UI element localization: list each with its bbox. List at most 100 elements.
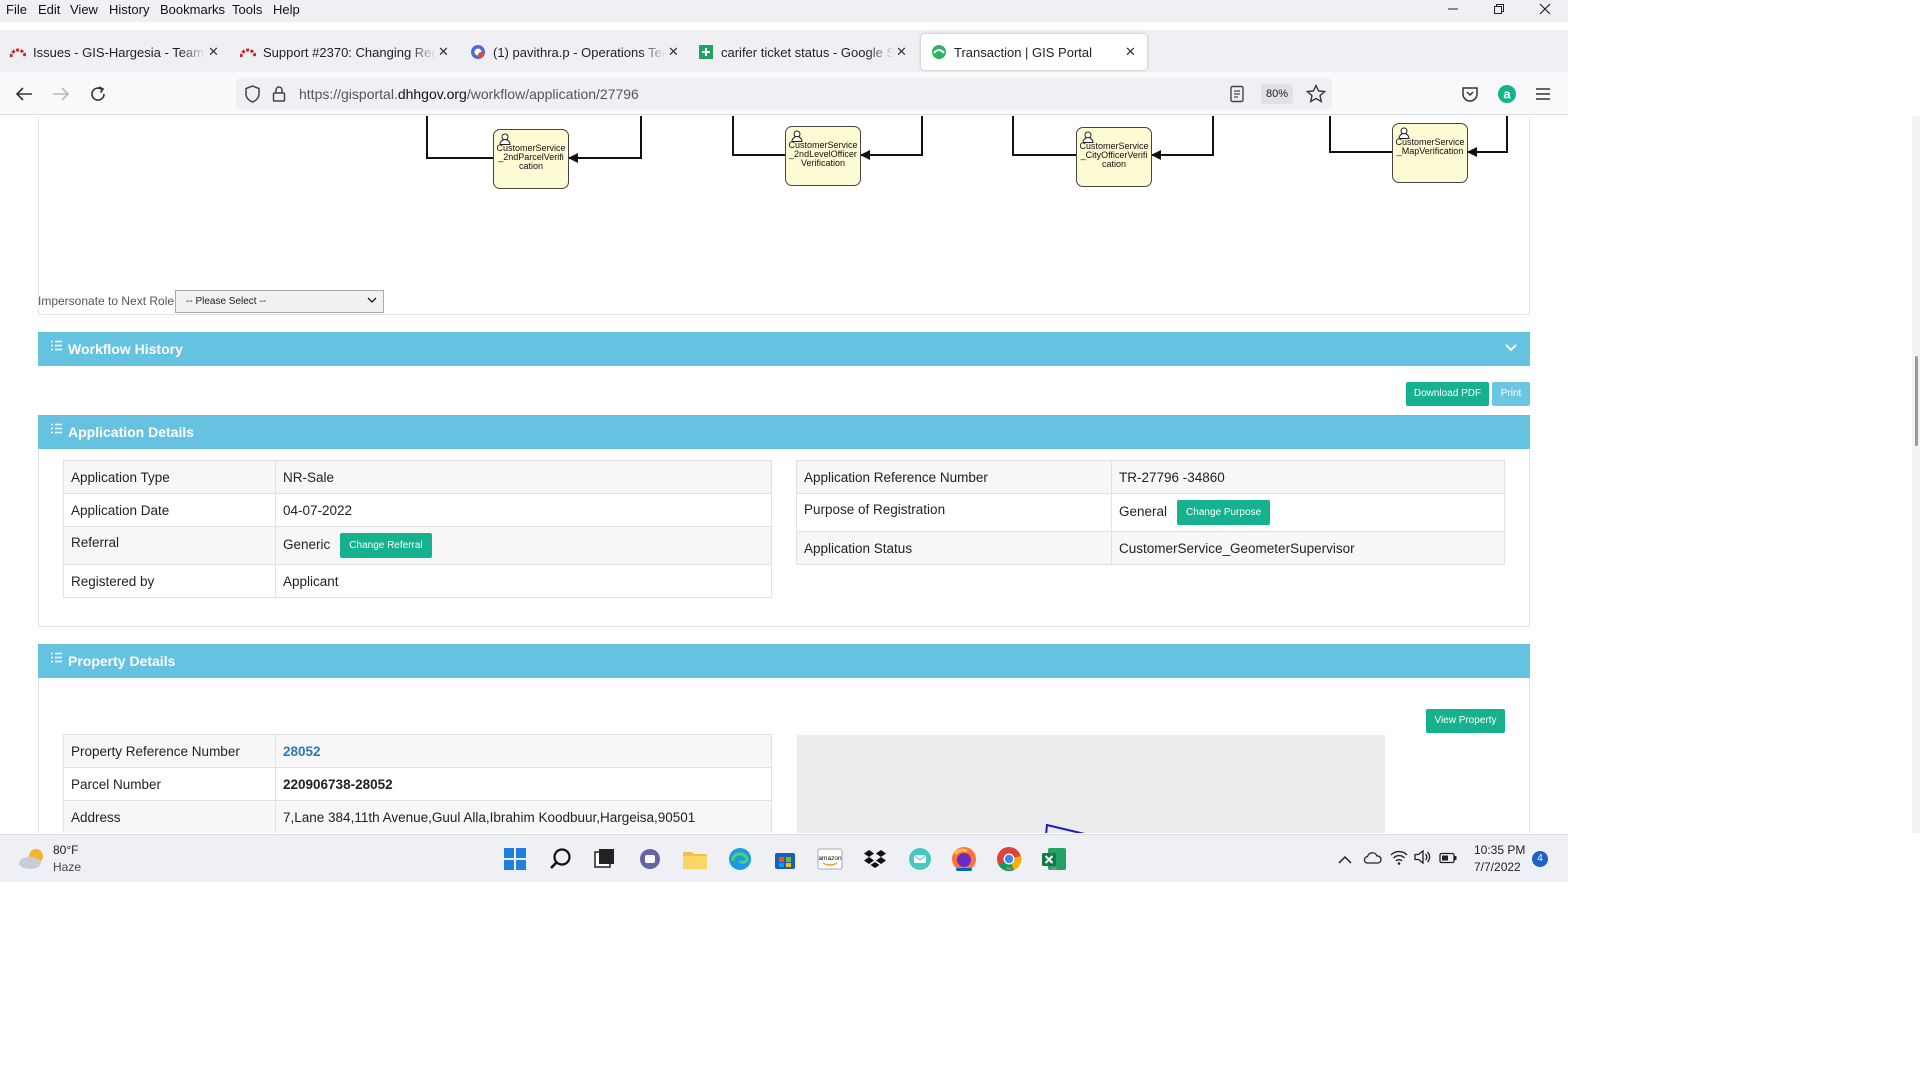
impersonate-label: Impersonate to Next Role xyxy=(38,294,175,308)
tab-title: (1) pavithra.p - Operations Team xyxy=(493,44,666,60)
reader-view-icon[interactable] xyxy=(1229,85,1245,108)
file-explorer-button[interactable] xyxy=(681,845,709,873)
close-icon xyxy=(1539,3,1551,15)
field-value: TR-27796 -34860 xyxy=(1111,460,1505,494)
battery-button[interactable] xyxy=(1439,851,1457,869)
start-button[interactable] xyxy=(501,845,529,873)
tracking-shield-icon[interactable] xyxy=(244,85,261,108)
teams-chat-button[interactable] xyxy=(636,845,664,873)
menu-history[interactable]: History xyxy=(109,2,149,17)
forward-button[interactable] xyxy=(50,83,72,105)
address-bar[interactable]: https://gisportal.dhhgov.org/workflow/ap… xyxy=(236,78,1332,110)
windows-taskbar: 80°F Haze amazon 10:35 PM 7/7/2022 4 xyxy=(0,834,1568,882)
field-label: Application Type xyxy=(63,460,276,494)
field-label: Property Reference Number xyxy=(63,734,276,768)
download-pdf-button[interactable]: Download PDF xyxy=(1406,382,1489,406)
back-button[interactable] xyxy=(13,83,35,105)
property-reference-link[interactable]: 28052 xyxy=(283,744,321,759)
running-indicator xyxy=(1051,867,1057,870)
tab-bar: Issues - GIS-Hargesia - Teams Po ✕ Suppo… xyxy=(0,30,1568,87)
workflow-node[interactable]: CustomerService_2ndParcelVerification xyxy=(493,129,569,189)
search-button[interactable] xyxy=(547,845,575,873)
menu-help[interactable]: Help xyxy=(273,2,300,17)
clock-time[interactable]: 10:35 PM xyxy=(1474,843,1525,857)
close-window-button[interactable] xyxy=(1537,3,1553,19)
table-row: Registered by Applicant xyxy=(63,564,772,598)
tab-close-icon[interactable]: ✕ xyxy=(438,44,450,60)
tab-issues[interactable]: Issues - GIS-Hargesia - Teams Po ✕ xyxy=(10,34,220,70)
user-task-icon xyxy=(1082,131,1094,143)
account-button[interactable]: a xyxy=(1496,83,1518,105)
lock-icon[interactable] xyxy=(272,85,286,108)
excel-button[interactable] xyxy=(1040,845,1068,873)
chrome-button[interactable] xyxy=(995,845,1023,873)
menu-tools[interactable]: Tools xyxy=(232,2,262,17)
workflow-node-label: CustomerService_2ndParcelVerification xyxy=(496,143,566,171)
edge-browser-button[interactable] xyxy=(726,845,754,873)
workflow-history-header[interactable]: Workflow History xyxy=(38,332,1530,366)
table-row: Address 7,Lane 384,11th Avenue,Guul Alla… xyxy=(63,800,772,833)
chat-icon xyxy=(640,849,660,869)
task-view-button[interactable] xyxy=(590,845,618,873)
chevron-down-icon[interactable] xyxy=(1504,341,1518,355)
wifi-button[interactable] xyxy=(1390,849,1408,870)
change-referral-button[interactable]: Change Referral xyxy=(340,533,432,558)
zoom-level-badge[interactable]: 80% xyxy=(1261,84,1293,104)
section-title: Workflow History xyxy=(68,341,183,357)
minimize-button[interactable] xyxy=(1445,3,1461,19)
property-map[interactable] xyxy=(797,735,1385,833)
print-button[interactable]: Print xyxy=(1492,382,1530,406)
table-row: Referral Generic Change Referral xyxy=(63,526,772,565)
field-value: 04-07-2022 xyxy=(275,493,772,527)
table-row: Application Date 04-07-2022 xyxy=(63,493,772,527)
menu-edit[interactable]: Edit xyxy=(38,2,60,17)
application-details-header[interactable]: Application Details xyxy=(38,415,1530,449)
mail-app-button[interactable] xyxy=(906,845,934,873)
notification-count-badge[interactable]: 4 xyxy=(1532,851,1548,867)
workflow-node[interactable]: CustomerService_2ndLevelOfficerVerificat… xyxy=(785,126,861,186)
property-details-header[interactable]: Property Details xyxy=(38,644,1530,678)
onedrive-button[interactable] xyxy=(1362,850,1382,869)
weather-widget[interactable] xyxy=(18,847,46,876)
restore-button[interactable] xyxy=(1491,3,1507,19)
scrollbar-thumb[interactable] xyxy=(1915,356,1918,446)
menu-bookmarks[interactable]: Bookmarks xyxy=(160,2,225,17)
tab-close-icon[interactable]: ✕ xyxy=(896,44,908,60)
impersonate-role-select[interactable]: -- Please Select -- xyxy=(175,290,384,313)
reload-button[interactable] xyxy=(87,83,109,105)
tab-google-sheets[interactable]: carifer ticket status - Google Sh ✕ xyxy=(698,34,908,70)
tray-overflow-button[interactable] xyxy=(1338,852,1352,870)
field-value: 220906738-28052 xyxy=(275,767,772,801)
list-icon xyxy=(51,423,62,434)
section-title: Application Details xyxy=(68,424,195,440)
sheets-icon xyxy=(698,44,714,60)
amazon-button[interactable]: amazon xyxy=(816,845,844,873)
tab-support[interactable]: Support #2370: Changing Regis ✕ xyxy=(240,34,450,70)
tab-close-icon[interactable]: ✕ xyxy=(668,44,680,60)
workflow-node[interactable]: CustomerService_MapVerification xyxy=(1392,123,1468,183)
url-text[interactable]: https://gisportal.dhhgov.org/workflow/ap… xyxy=(299,86,639,102)
tab-close-icon[interactable]: ✕ xyxy=(208,44,220,60)
change-purpose-button[interactable]: Change Purpose xyxy=(1177,500,1271,525)
redmine-icon xyxy=(240,44,256,60)
tab-title: Issues - GIS-Hargesia - Teams Po xyxy=(33,44,206,60)
pocket-button[interactable] xyxy=(1459,83,1481,105)
microsoft-store-button[interactable] xyxy=(771,845,799,873)
impersonate-selected-value: -- Please Select -- xyxy=(186,296,267,307)
volume-button[interactable] xyxy=(1414,849,1432,870)
dropbox-button[interactable] xyxy=(861,845,889,873)
tab-gis-portal[interactable]: Transaction | GIS Portal ✕ xyxy=(921,34,1147,70)
workflow-node[interactable]: CustomerService_CityOfficerVerification xyxy=(1076,127,1152,187)
menu-file[interactable]: File xyxy=(6,2,27,17)
tab-close-icon[interactable]: ✕ xyxy=(1125,44,1137,60)
app-menu-button[interactable] xyxy=(1532,83,1554,105)
firefox-button[interactable] xyxy=(950,845,978,873)
page-scrollbar[interactable] xyxy=(1912,116,1920,833)
tab-teams[interactable]: (1) pavithra.p - Operations Team ✕ xyxy=(470,34,680,70)
field-value: CustomerService_GeometerSupervisor xyxy=(1111,531,1505,565)
clock-date[interactable]: 7/7/2022 xyxy=(1474,860,1521,874)
weather-temperature: 80°F xyxy=(53,843,79,857)
menu-view[interactable]: View xyxy=(70,2,98,17)
bookmark-star-icon[interactable] xyxy=(1305,83,1327,109)
view-property-button[interactable]: View Property xyxy=(1426,709,1505,733)
